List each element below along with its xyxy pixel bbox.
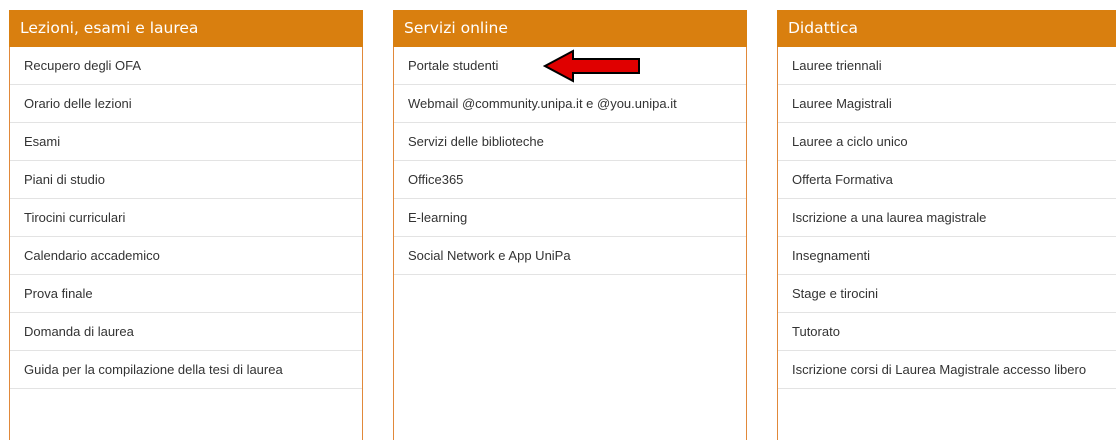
panel-didattica: Didattica Lauree triennali Lauree Magist… — [777, 10, 1116, 440]
link-label: Stage e tirocini — [792, 286, 878, 301]
link-offerta-formativa[interactable]: Offerta Formativa — [778, 161, 1116, 199]
link-label: E-learning — [408, 210, 468, 225]
panel-title: Lezioni, esami e laurea — [9, 10, 363, 47]
link-calendario-accademico[interactable]: Calendario accademico — [10, 237, 362, 275]
link-label: Calendario accademico — [24, 248, 160, 263]
link-office365[interactable]: Office365 — [394, 161, 746, 199]
link-label: Iscrizione a una laurea magistrale — [792, 210, 987, 225]
panel-title: Didattica — [777, 10, 1116, 47]
link-guida-tesi[interactable]: Guida per la compilazione della tesi di … — [10, 351, 362, 389]
link-servizi-biblioteche[interactable]: Servizi delle biblioteche — [394, 123, 746, 161]
link-tirocini-curriculari[interactable]: Tirocini curriculari — [10, 199, 362, 237]
link-label: Lauree a ciclo unico — [792, 134, 908, 149]
panel-title: Servizi online — [393, 10, 747, 47]
link-label: Piani di studio — [24, 172, 105, 187]
link-stage-tirocini[interactable]: Stage e tirocini — [778, 275, 1116, 313]
link-prova-finale[interactable]: Prova finale — [10, 275, 362, 313]
link-piani-studio[interactable]: Piani di studio — [10, 161, 362, 199]
link-label: Esami — [24, 134, 61, 149]
link-tutorato[interactable]: Tutorato — [778, 313, 1116, 351]
link-label: Domanda di laurea — [24, 324, 134, 339]
link-list: Recupero degli OFA Orario delle lezioni … — [10, 47, 362, 389]
link-webmail[interactable]: Webmail @community.unipa.it e @you.unipa… — [394, 85, 746, 123]
link-lauree-ciclo-unico[interactable]: Lauree a ciclo unico — [778, 123, 1116, 161]
link-iscrizione-magistrale[interactable]: Iscrizione a una laurea magistrale — [778, 199, 1116, 237]
link-label: Recupero degli OFA — [24, 58, 142, 73]
link-label: Offerta Formativa — [792, 172, 893, 187]
link-esami[interactable]: Esami — [10, 123, 362, 161]
link-lauree-magistrali[interactable]: Lauree Magistrali — [778, 85, 1116, 123]
link-label: Iscrizione corsi di Laurea Magistrale ac… — [792, 362, 1087, 377]
link-iscrizione-accesso-libero[interactable]: Iscrizione corsi di Laurea Magistrale ac… — [778, 351, 1116, 389]
link-label: Guida per la compilazione della tesi di … — [24, 362, 283, 377]
link-label: Office365 — [408, 172, 464, 187]
link-label: Insegnamenti — [792, 248, 871, 263]
link-label: Tutorato — [792, 324, 840, 339]
link-social-network[interactable]: Social Network e App UniPa — [394, 237, 746, 275]
link-label: Orario delle lezioni — [24, 96, 132, 111]
link-list: Lauree triennali Lauree Magistrali Laure… — [778, 47, 1116, 389]
link-label: Lauree Magistrali — [792, 96, 892, 111]
link-label: Social Network e App UniPa — [408, 248, 571, 263]
link-orario-lezioni[interactable]: Orario delle lezioni — [10, 85, 362, 123]
red-arrow-left-icon — [543, 49, 640, 83]
link-label: Servizi delle biblioteche — [408, 134, 544, 149]
link-insegnamenti[interactable]: Insegnamenti — [778, 237, 1116, 275]
link-label: Webmail @community.unipa.it e @you.unipa… — [408, 96, 677, 111]
link-label: Prova finale — [24, 286, 93, 301]
link-lauree-triennali[interactable]: Lauree triennali — [778, 47, 1116, 85]
link-label: Portale studenti — [408, 58, 499, 73]
link-recupero-ofa[interactable]: Recupero degli OFA — [10, 47, 362, 85]
link-domanda-laurea[interactable]: Domanda di laurea — [10, 313, 362, 351]
link-label: Tirocini curriculari — [24, 210, 126, 225]
link-e-learning[interactable]: E-learning — [394, 199, 746, 237]
link-label: Lauree triennali — [792, 58, 882, 73]
panel-lezioni: Lezioni, esami e laurea Recupero degli O… — [9, 10, 363, 440]
